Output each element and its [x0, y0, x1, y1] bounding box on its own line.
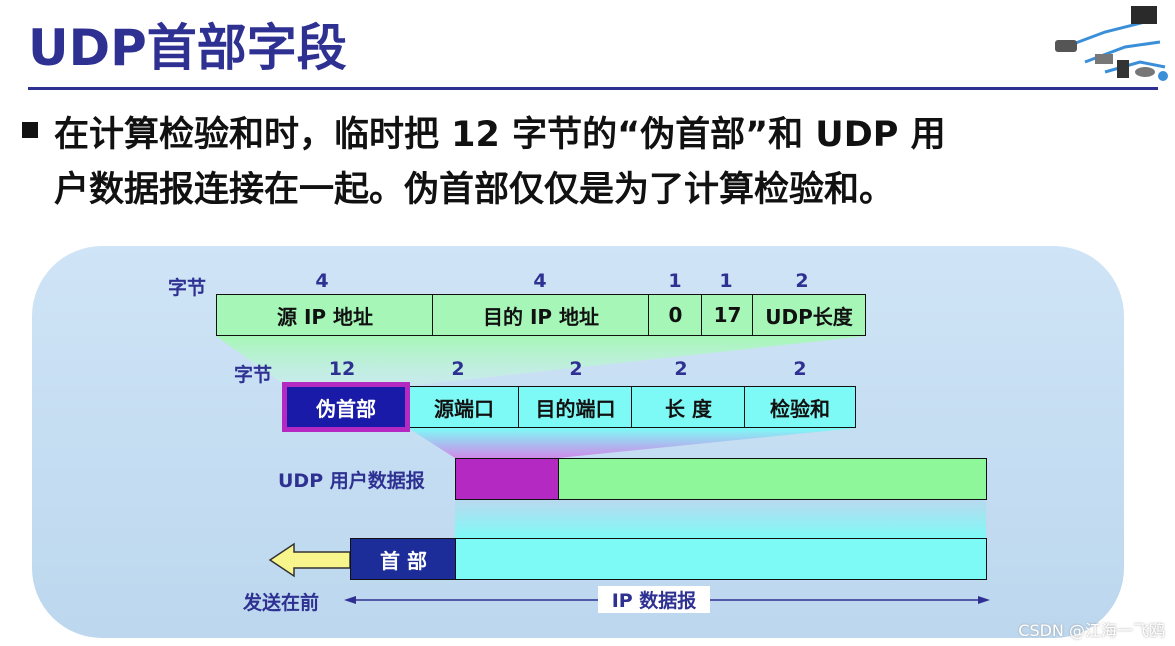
- udp-byte-count: 2: [569, 358, 583, 380]
- udp-field-checksum: 检验和: [744, 386, 856, 428]
- udp-datagram-header: [455, 458, 560, 500]
- udp-datagram-data: [558, 458, 987, 500]
- pseudo-field-dst-ip: 目的 IP 地址: [432, 294, 650, 336]
- pseudo-byte-count: 2: [795, 270, 809, 292]
- ip-datagram-label: IP 数据报: [598, 586, 710, 613]
- arrow-left-icon: [268, 542, 351, 578]
- udp-field-pseudo-header: 伪首部: [282, 382, 410, 432]
- ip-data-box: [455, 538, 987, 580]
- pseudo-byte-count: 1: [719, 270, 733, 292]
- udp-byte-count: 2: [674, 358, 688, 380]
- udp-byte-count: 2: [451, 358, 465, 380]
- datagram-encapsulation: [455, 498, 986, 538]
- udp-bytes-label: 字节: [233, 364, 272, 386]
- pseudo-header-expansion: [216, 336, 866, 386]
- pseudo-field-src-ip: 源 IP 地址: [216, 294, 434, 336]
- udp-field-dst-port: 目的端口: [518, 386, 633, 428]
- pseudo-field-udp-length: UDP长度: [752, 294, 866, 336]
- ip-header-box: 首 部: [350, 538, 457, 580]
- pseudo-byte-count: 4: [315, 270, 329, 292]
- udp-datagram-label: UDP 用户数据报: [278, 470, 425, 492]
- pseudo-bytes-label: 字节: [167, 277, 206, 299]
- pseudo-field-protocol: 17: [701, 294, 754, 336]
- pseudo-field-zero: 0: [648, 294, 703, 336]
- pseudo-byte-count: 1: [668, 270, 682, 292]
- watermark: CSDN @江海一飞鸥: [1018, 621, 1165, 640]
- udp-field-length: 长 度: [631, 386, 746, 428]
- udp-header-expansion: [408, 428, 856, 458]
- pseudo-byte-count: 4: [533, 270, 547, 292]
- send-first-label: 发送在前: [243, 592, 320, 614]
- udp-byte-count: 2: [793, 358, 807, 380]
- udp-field-src-port: 源端口: [408, 386, 520, 428]
- udp-byte-count: 12: [328, 358, 356, 380]
